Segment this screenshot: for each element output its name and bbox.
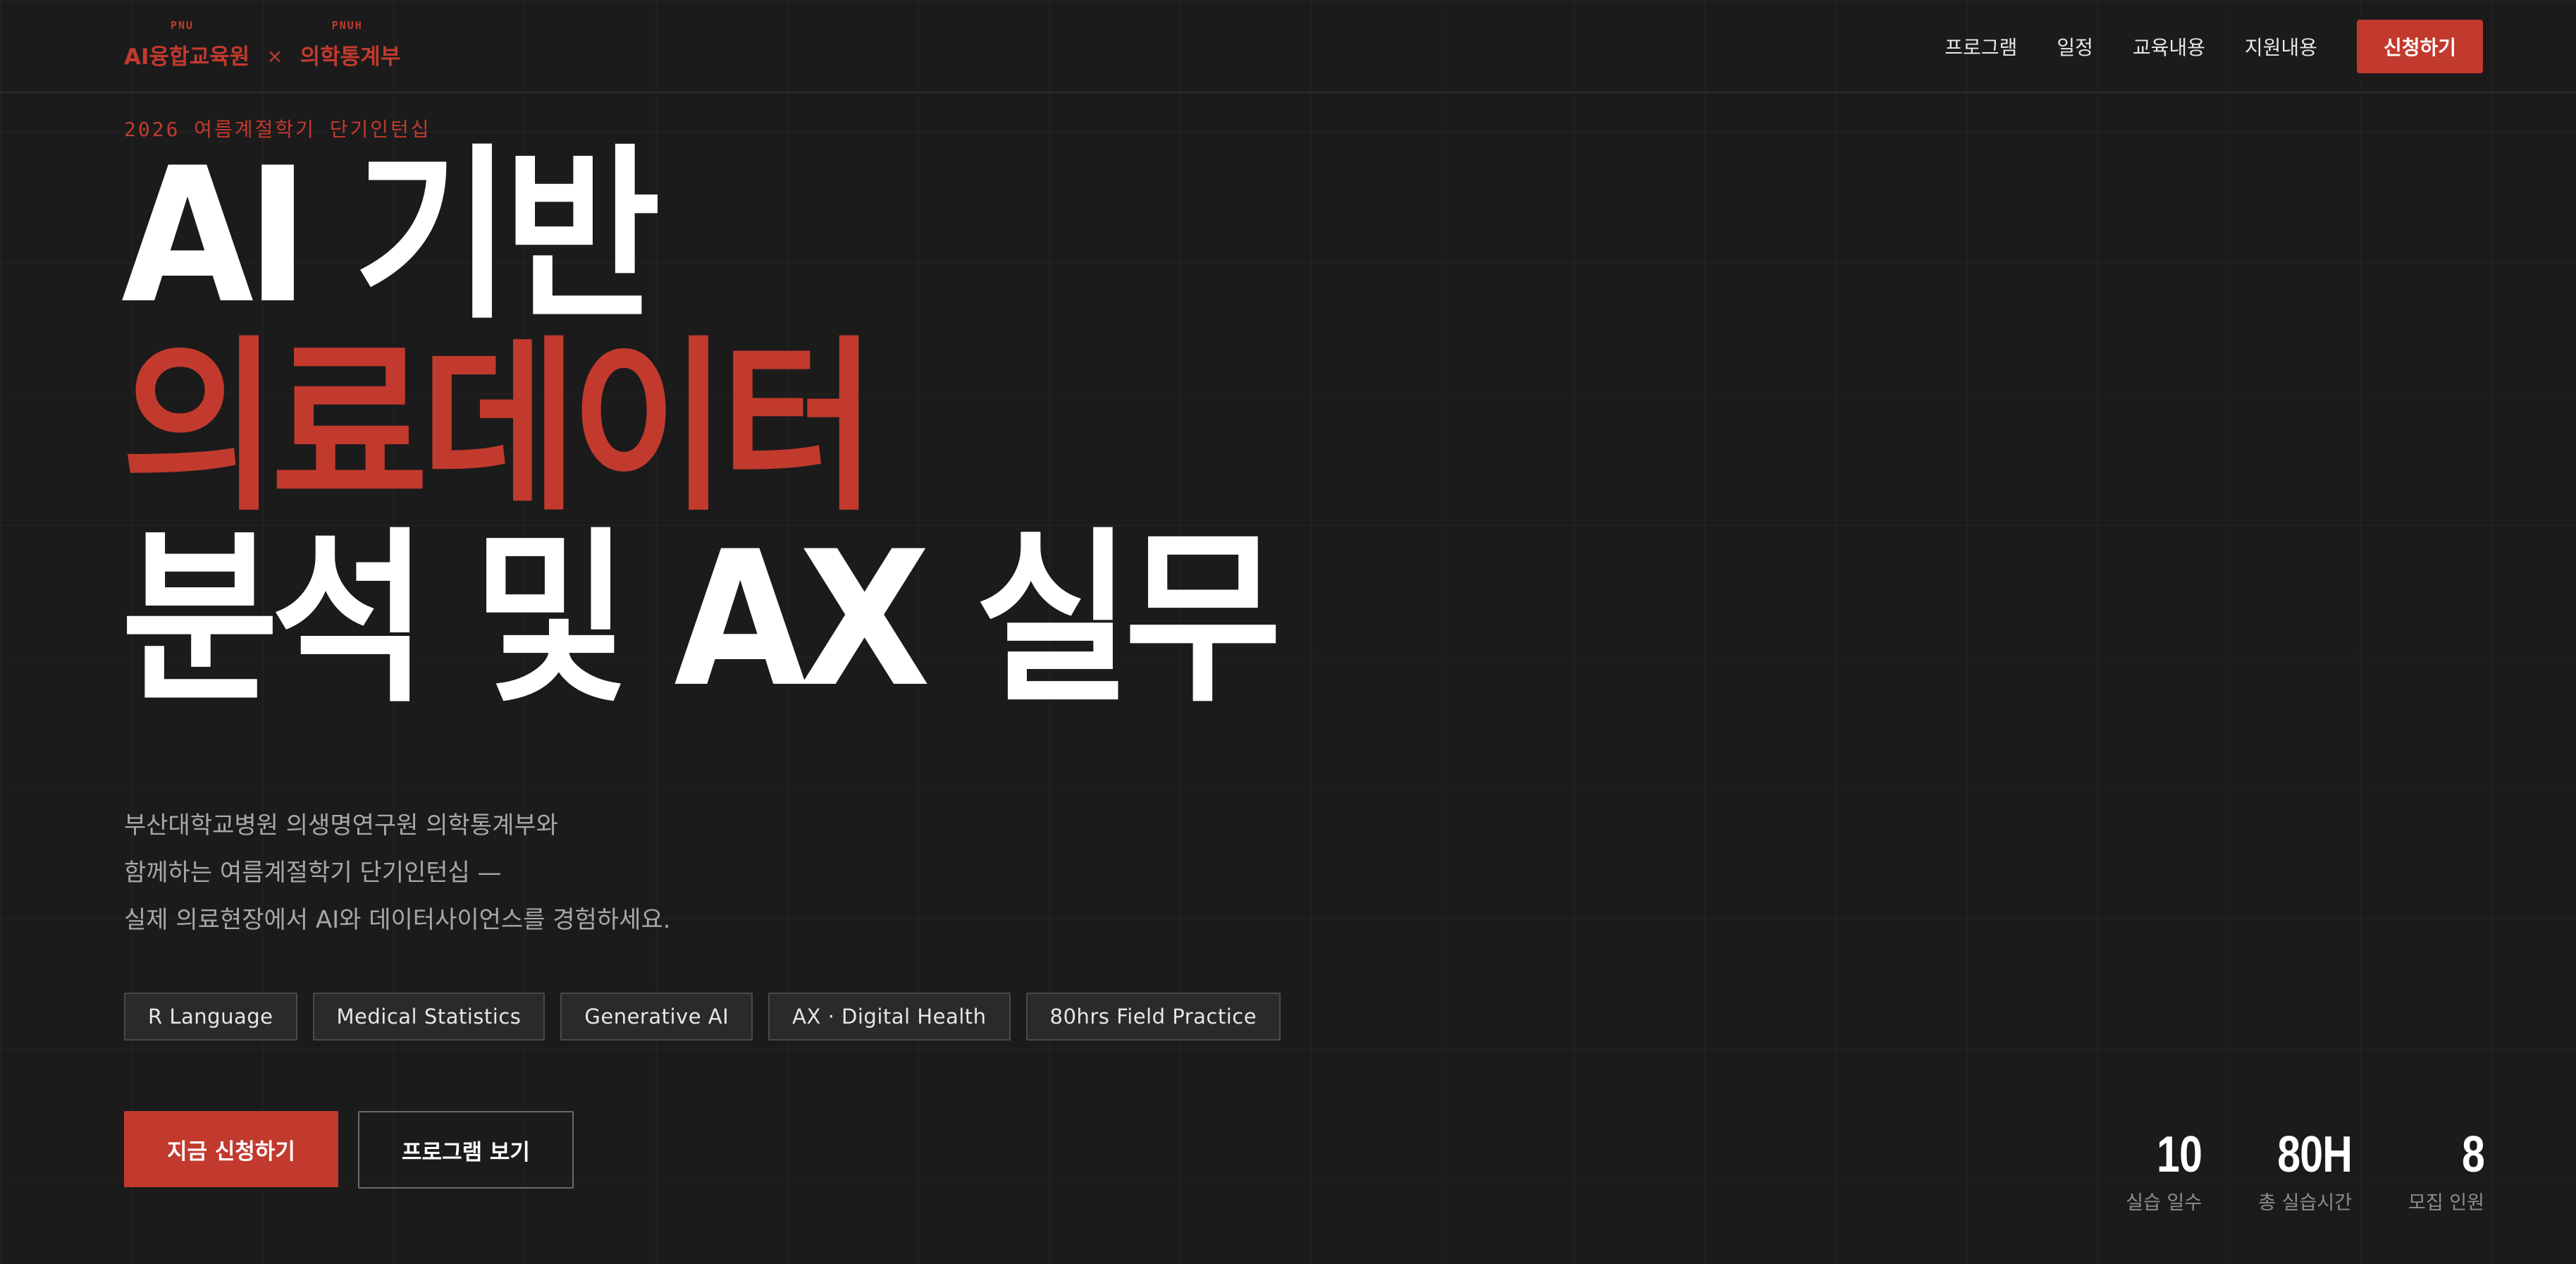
- site-header: PNU AI융합교육원 × PNUH 의학통계부 프로그램 일정 교육내용 지원…: [0, 0, 2576, 93]
- stat-value: 8: [2461, 1127, 2485, 1183]
- topic-tags: R Language Medical Statistics Generative…: [124, 993, 1296, 1041]
- hero-cta: 지금 신청하기 프로그램 보기: [124, 1111, 574, 1189]
- nav-item-support[interactable]: 지원내용: [2245, 32, 2317, 61]
- hero-title-line-1: AI 기반: [121, 128, 661, 345]
- logo-pnuh: PNUH 의학통계부: [300, 19, 401, 70]
- stat-recruits: 8 모집 인원: [2408, 1127, 2485, 1215]
- view-program-button[interactable]: 프로그램 보기: [358, 1111, 574, 1189]
- nav-item-schedule[interactable]: 일정: [2057, 32, 2093, 61]
- stat-practice-days: 10 실습 일수: [2126, 1128, 2202, 1215]
- logo[interactable]: PNU AI융합교육원 × PNUH 의학통계부: [124, 19, 401, 70]
- hero-description-line-2: 함께하는 여름계절학기 단기인턴십 —: [124, 859, 502, 887]
- logo-pnu: PNU AI융합교육원: [124, 19, 249, 70]
- main-nav: 프로그램 일정 교육내용 지원내용 신청하기: [1945, 20, 2483, 73]
- logo-pnuh-tag: PNUH: [331, 19, 363, 32]
- nav-item-curriculum[interactable]: 교육내용: [2133, 32, 2205, 61]
- tag-medical-statistics: Medical Statistics: [312, 993, 546, 1041]
- nav-apply-button[interactable]: 신청하기: [2356, 20, 2483, 73]
- hero-description-line-1: 부산대학교병원 의생명연구원 의학통계부와: [124, 811, 558, 840]
- tag-ax-digital-health: AX · Digital Health: [768, 993, 1011, 1041]
- stat-label: 실습 일수: [2126, 1192, 2202, 1214]
- logo-separator: ×: [266, 44, 283, 68]
- apply-now-button[interactable]: 지금 신청하기: [124, 1111, 338, 1187]
- nav-item-program[interactable]: 프로그램: [1945, 32, 2017, 61]
- tag-generative-ai: Generative AI: [560, 993, 753, 1041]
- stat-label: 모집 인원: [2408, 1192, 2484, 1214]
- hero-title-line-3: 분석 및 AX 실무: [121, 512, 1282, 728]
- logo-pnu-tag: PNU: [171, 19, 195, 32]
- hero-description-line-3: 실제 의료현장에서 AI와 데이터사이언스를 경험하세요.: [124, 906, 671, 934]
- stat-value: 10: [2157, 1127, 2202, 1183]
- stat-total-hours: 80H 총 실습시간: [2258, 1127, 2353, 1215]
- hero-title: AI 기반 의료데이터 분석 및 AX 실무: [121, 128, 1282, 728]
- tag-field-practice: 80hrs Field Practice: [1025, 993, 1281, 1041]
- stat-label: 총 실습시간: [2258, 1192, 2353, 1214]
- hero-description: 부산대학교병원 의생명연구원 의학통계부와 함께하는 여름계절학기 단기인턴십 …: [124, 802, 670, 944]
- stats: 10 실습 일수 80H 총 실습시간 8 모집 인원: [2069, 1127, 2485, 1215]
- stat-value: 80H: [2277, 1127, 2353, 1183]
- hero-title-line-2: 의료데이터: [121, 320, 877, 536]
- tag-r-language: R Language: [124, 993, 297, 1041]
